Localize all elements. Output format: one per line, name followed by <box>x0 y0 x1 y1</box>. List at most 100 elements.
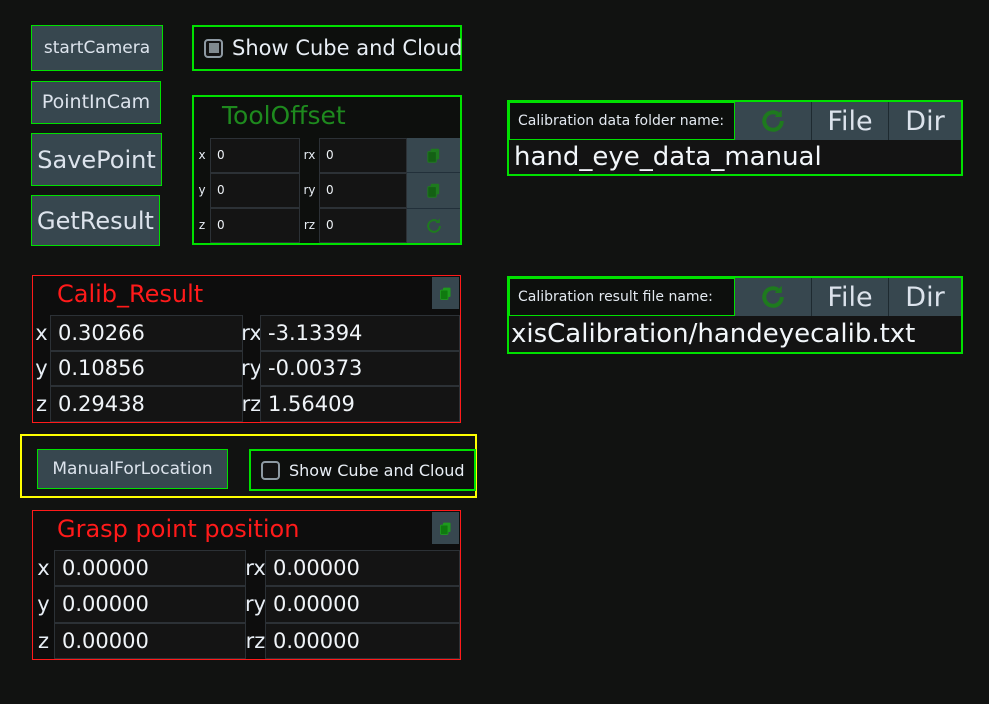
tool-offset-left-tags: x y z <box>194 138 210 243</box>
tag-x: x <box>198 148 206 163</box>
refresh-icon <box>762 109 784 132</box>
checkbox-checked-icon[interactable] <box>204 38 223 58</box>
calib-result-copy-button[interactable] <box>432 277 459 309</box>
calib-folder-header: Calibration data folder name: File Dir <box>509 102 961 140</box>
tag-x: x <box>37 556 50 581</box>
calib-result-left-tags: x y z <box>33 315 50 422</box>
start-camera-label: startCamera <box>43 37 151 58</box>
grasp-point-copy-button[interactable] <box>432 512 459 544</box>
calib-result-right-tags: rx ry rz <box>240 315 263 422</box>
show-cube-and-cloud-top-checkbox[interactable]: Show Cube and Cloud <box>192 25 462 71</box>
manual-location-section: ManualForLocation Show Cube and Cloud <box>20 434 477 498</box>
manual-for-location-button[interactable]: ManualForLocation <box>37 449 228 489</box>
tag-z: z <box>37 628 50 653</box>
field-z[interactable]: 0.29438 <box>50 386 243 422</box>
calib-folder-refresh-button[interactable] <box>735 102 812 140</box>
field-ry[interactable]: 0 <box>319 172 407 208</box>
calib-file-header: Calibration result file name: File Dir <box>509 278 961 316</box>
tag-x: x <box>35 320 48 345</box>
grasp-point-left-tags: x y z <box>33 550 54 659</box>
tag-ry: ry <box>244 592 267 617</box>
get-result-button[interactable]: GetResult <box>31 195 160 246</box>
copy-icon <box>427 148 440 163</box>
calib-file-dir-button[interactable]: Dir <box>889 278 961 316</box>
checkbox-unchecked-icon[interactable] <box>261 460 280 480</box>
copy-position-button[interactable] <box>407 138 460 174</box>
tag-y: y <box>37 592 50 617</box>
calib-folder-file-label: File <box>827 105 873 137</box>
tool-offset-icon-column <box>407 138 460 243</box>
field-x[interactable]: 0 <box>210 138 300 173</box>
calib-result-title: Calib_Result <box>57 280 204 308</box>
point-in-cam-label: PointInCam <box>41 91 151 113</box>
copy-rotation-button[interactable] <box>407 173 460 209</box>
field-ry[interactable]: 0.00000 <box>265 586 460 623</box>
calib-folder-panel: Calibration data folder name: File Dir h… <box>507 100 963 176</box>
field-y[interactable]: 0.00000 <box>54 586 246 623</box>
calib-folder-label: Calibration data folder name: <box>509 102 735 140</box>
tag-rx: rx <box>303 148 316 163</box>
field-rz[interactable]: 0.00000 <box>265 622 460 659</box>
show-cube-and-cloud-top-label: Show Cube and Cloud <box>232 36 463 60</box>
copy-icon <box>427 183 440 198</box>
field-rz[interactable]: 0 <box>319 207 407 243</box>
field-rz[interactable]: 1.56409 <box>260 386 460 422</box>
calib-file-dir-label: Dir <box>905 281 945 313</box>
copy-icon <box>440 287 451 300</box>
tag-ry: ry <box>240 356 263 381</box>
calib-file-file-button[interactable]: File <box>812 278 889 316</box>
tag-rz: rz <box>241 392 262 417</box>
start-camera-button[interactable]: startCamera <box>31 25 163 71</box>
grasp-point-left-fields: 0.00000 0.00000 0.00000 <box>54 550 246 659</box>
tool-offset-right-tags: rx ry rz <box>300 138 319 243</box>
field-x[interactable]: 0.30266 <box>50 315 243 351</box>
calib-folder-dir-button[interactable]: Dir <box>889 102 961 140</box>
calib-folder-dir-label: Dir <box>905 105 945 137</box>
refresh-icon <box>762 285 784 308</box>
tag-z: z <box>198 218 206 233</box>
get-result-label: GetResult <box>37 206 154 235</box>
field-z[interactable]: 0 <box>210 207 300 243</box>
tool-offset-title: ToolOffset <box>222 101 346 130</box>
field-y[interactable]: 0.10856 <box>50 350 243 387</box>
field-rx[interactable]: 0 <box>319 138 407 173</box>
save-point-label: SavePoint <box>37 145 156 174</box>
tool-offset-left-fields: 0 0 0 <box>210 138 300 243</box>
show-cube-and-cloud-manual-label: Show Cube and Cloud <box>289 460 465 480</box>
field-x[interactable]: 0.00000 <box>54 550 246 587</box>
calib-folder-input[interactable]: hand_eye_data_manual <box>509 140 961 174</box>
grasp-point-right-fields: 0.00000 0.00000 0.00000 <box>265 550 460 659</box>
tag-y: y <box>35 356 48 381</box>
point-in-cam-button[interactable]: PointInCam <box>31 81 161 124</box>
grasp-point-grid: x y z 0.00000 0.00000 0.00000 rx ry rz 0… <box>33 550 460 659</box>
refresh-icon <box>426 218 441 233</box>
grasp-point-panel: Grasp point position x y z 0.00000 0.000… <box>32 510 461 660</box>
field-ry[interactable]: -0.00373 <box>260 350 460 387</box>
copy-icon <box>440 522 451 535</box>
calib-result-left-fields: 0.30266 0.10856 0.29438 <box>50 315 243 422</box>
calib-folder-file-button[interactable]: File <box>812 102 889 140</box>
calib-file-refresh-button[interactable] <box>735 278 812 316</box>
field-rx[interactable]: 0.00000 <box>265 550 460 587</box>
show-cube-and-cloud-manual-checkbox[interactable]: Show Cube and Cloud <box>249 449 476 491</box>
grasp-point-title: Grasp point position <box>57 515 300 543</box>
field-z[interactable]: 0.00000 <box>54 622 246 659</box>
field-rx[interactable]: -3.13394 <box>260 315 460 351</box>
calib-file-panel: Calibration result file name: File Dir x… <box>507 276 963 354</box>
tag-rx: rx <box>241 320 262 345</box>
tag-ry: ry <box>303 183 316 198</box>
tag-rz: rz <box>303 218 316 233</box>
tag-y: y <box>198 183 206 198</box>
calib-result-panel: Calib_Result x y z 0.30266 0.10856 0.294… <box>32 275 461 423</box>
field-y[interactable]: 0 <box>210 172 300 208</box>
tool-offset-grid: x y z 0 0 0 rx ry rz 0 0 0 <box>194 138 460 243</box>
tool-offset-panel: ToolOffset x y z 0 0 0 rx ry rz 0 0 0 <box>192 95 462 245</box>
save-point-button[interactable]: SavePoint <box>31 133 162 186</box>
refresh-tool-offset-button[interactable] <box>407 208 460 243</box>
manual-for-location-label: ManualForLocation <box>52 458 213 479</box>
calib-file-label: Calibration result file name: <box>509 278 735 316</box>
tag-z: z <box>35 392 48 417</box>
calib-file-file-label: File <box>827 281 873 313</box>
calib-file-input[interactable]: xisCalibration/handeyecalib.txt <box>509 316 961 352</box>
grasp-point-right-tags: rx ry rz <box>244 550 267 659</box>
